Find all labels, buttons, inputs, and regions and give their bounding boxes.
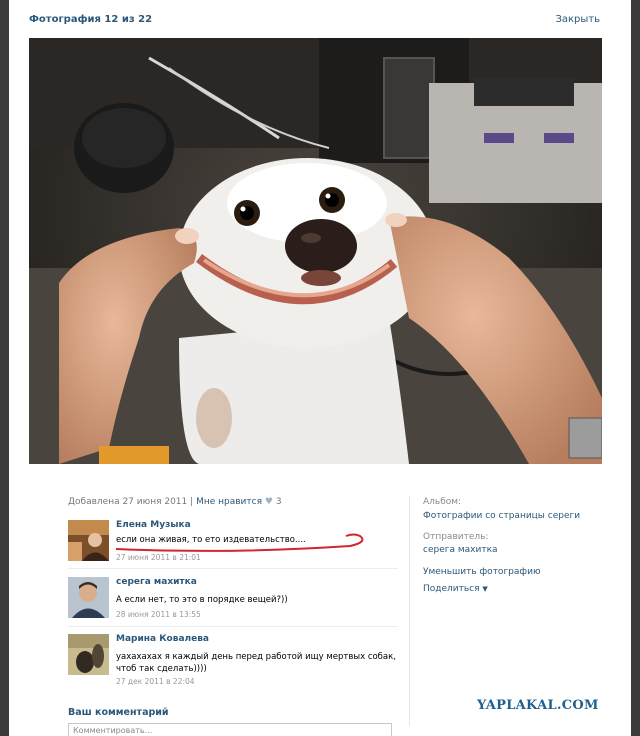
avatar[interactable]	[68, 634, 109, 675]
red-underline-mark	[115, 533, 364, 552]
album-label: Альбом:	[423, 497, 462, 507]
comment-date: 27 дек 2011 в 22:04	[116, 677, 195, 686]
photo-counter-title: Фотография 12 из 22	[29, 14, 153, 25]
avatar[interactable]	[68, 520, 109, 561]
sender-link[interactable]: серега махитка	[423, 545, 498, 555]
avatar-image	[68, 520, 109, 561]
comment-author[interactable]: Марина Ковалева	[116, 634, 209, 644]
shrink-photo-link[interactable]: Уменьшить фотографию	[423, 567, 541, 577]
added-date: Добавлена 27 июня 2011	[68, 497, 188, 507]
sidebar-divider	[409, 496, 410, 726]
main-photo[interactable]	[29, 38, 602, 464]
avatar-image	[68, 634, 109, 675]
comment-author[interactable]: серега махитка	[116, 577, 197, 587]
comment-item: Елена Музыка если она живая, то ето изде…	[68, 520, 398, 564]
comment-divider	[68, 626, 398, 627]
close-link[interactable]: Закрыть	[555, 14, 600, 25]
likes-count: 3	[275, 497, 282, 507]
heart-icon: ♥	[264, 497, 273, 507]
comment-item: серега махитка А если нет, то это в поря…	[68, 577, 398, 621]
info-separator: |	[190, 497, 194, 507]
album-link[interactable]: Фотографии со страницы сереги	[423, 511, 580, 521]
share-menu[interactable]: Поделиться ▼	[423, 584, 488, 594]
comment-divider	[68, 568, 398, 569]
dog-photo-image	[29, 38, 602, 464]
sender-label: Отправитель:	[423, 532, 489, 542]
comment-author[interactable]: Елена Музыка	[116, 520, 191, 530]
photo-viewer-panel: Фотография 12 из 22 Закрыть Добавлена 27…	[9, 0, 631, 736]
viewer-header: Фотография 12 из 22 Закрыть	[9, 0, 631, 40]
avatar[interactable]	[68, 577, 109, 618]
comment-date: 28 июня 2011 в 13:55	[116, 610, 201, 619]
share-link[interactable]: Поделиться	[423, 584, 480, 594]
comment-text: А если нет, то это в порядке вещей?))	[116, 595, 288, 605]
comment-text: уахахахах я каждый день перед работой ищ…	[116, 652, 396, 674]
comment-input[interactable]: Комментировать...	[68, 723, 392, 736]
comment-item: Марина Ковалева уахахахах я каждый день …	[68, 634, 398, 690]
avatar-image	[68, 577, 109, 618]
comment-date: 27 июня 2011 в 21:01	[116, 553, 201, 562]
chevron-down-icon: ▼	[482, 585, 488, 593]
your-comment-heading: Ваш комментарий	[68, 707, 169, 718]
photo-info-row: Добавлена 27 июня 2011 | Мне нравится ♥ …	[68, 497, 282, 507]
site-watermark: YAPLAKAL.COM	[477, 698, 599, 713]
like-button[interactable]: Мне нравится	[196, 497, 262, 507]
